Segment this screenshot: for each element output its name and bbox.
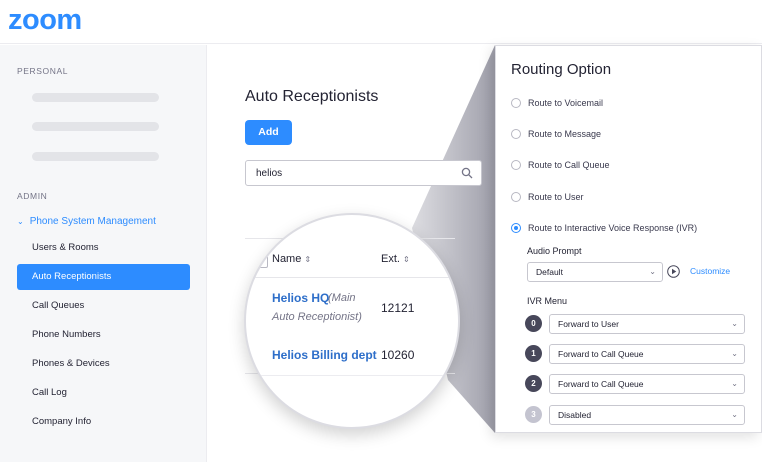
sidebar-group-label: Phone System Management (29, 216, 156, 227)
magnifier-lens: Name ⇕ Ext. ⇕ Helios HQ (Main Auto Recepti… (244, 213, 460, 429)
chevron-down-icon: ⌄ (731, 410, 738, 419)
top-header: zoom (0, 0, 762, 44)
ivr-action-select[interactable]: Forward to User ⌄ (549, 314, 745, 334)
search-icon[interactable] (461, 167, 473, 179)
search-input[interactable] (246, 161, 446, 185)
audio-prompt-select[interactable]: Default ⌄ (527, 262, 663, 282)
audio-prompt-label: Audio Prompt (527, 246, 582, 256)
chevron-down-icon: ⌄ (731, 319, 738, 328)
routing-option-call-queue[interactable]: Route to Call Queue (511, 160, 610, 170)
chevron-down-icon: ⌄ (649, 267, 656, 276)
radio-button-selected[interactable] (511, 223, 521, 233)
ivr-key-badge: 0 (525, 315, 542, 332)
customize-link[interactable]: Customize (690, 266, 730, 276)
radio-button[interactable] (511, 129, 521, 139)
chevron-down-icon: ⌄ (731, 379, 738, 388)
receptionist-extension: 10260 (381, 348, 415, 362)
ivr-key-badge: 1 (525, 345, 542, 362)
routing-option-user[interactable]: Route to User (511, 192, 584, 202)
placeholder-item (32, 122, 159, 131)
ivr-action-select[interactable]: Disabled ⌄ (549, 405, 745, 425)
zoom-logo[interactable]: zoom (8, 4, 82, 37)
routing-option-ivr[interactable]: Route to Interactive Voice Response (IVR… (511, 223, 697, 233)
ivr-action-select[interactable]: Forward to Call Queue ⌄ (549, 344, 745, 364)
receptionist-name-link[interactable]: Helios Billing dept (272, 348, 377, 362)
search-field[interactable] (245, 160, 482, 186)
radio-button[interactable] (511, 98, 521, 108)
sidebar-item-users-rooms[interactable]: Users & Rooms (17, 235, 190, 261)
ivr-menu-label: IVR Menu (527, 296, 568, 306)
receptionist-extension: 12121 (381, 301, 415, 315)
radio-button[interactable] (511, 192, 521, 202)
routing-option-voicemail[interactable]: Route to Voicemail (511, 98, 603, 108)
sidebar: PERSONAL ADMIN ⌄ Phone System Management… (0, 45, 207, 462)
column-header-ext[interactable]: Ext. ⇕ (381, 253, 410, 265)
sidebar-item-phone-numbers[interactable]: Phone Numbers (17, 322, 190, 348)
add-button[interactable]: Add (245, 120, 292, 145)
ivr-key-badge: 3 (525, 406, 542, 423)
receptionist-name-link[interactable]: Helios HQ (272, 291, 329, 305)
admin-section-label: ADMIN (17, 191, 48, 201)
column-header-name[interactable]: Name ⇕ (272, 253, 311, 265)
receptionist-note: Auto Receptionist) (272, 311, 362, 323)
chevron-down-icon: ⌄ (17, 217, 24, 226)
routing-option-message[interactable]: Route to Message (511, 129, 601, 139)
table-header-divider (246, 277, 458, 278)
sidebar-item-call-log[interactable]: Call Log (17, 380, 190, 406)
sort-icon: ⇕ (304, 255, 312, 264)
play-icon[interactable] (667, 265, 680, 278)
table-row-divider (246, 375, 458, 376)
chevron-down-icon: ⌄ (731, 349, 738, 358)
placeholder-item (32, 152, 159, 161)
receptionist-note: (Main (328, 292, 356, 304)
select-all-checkbox[interactable] (256, 256, 268, 268)
radio-button[interactable] (511, 160, 521, 170)
sort-icon: ⇕ (402, 255, 410, 264)
personal-section-label: PERSONAL (17, 66, 69, 76)
sidebar-item-phones-devices[interactable]: Phones & Devices (17, 351, 190, 377)
sidebar-item-company-info[interactable]: Company Info (17, 409, 190, 435)
page-title: Auto Receptionists (245, 88, 379, 105)
placeholder-item (32, 93, 159, 102)
ivr-key-badge: 2 (525, 375, 542, 392)
sidebar-group-phone-system[interactable]: ⌄ Phone System Management (17, 216, 156, 227)
ivr-action-select[interactable]: Forward to Call Queue ⌄ (549, 374, 745, 394)
panel-title: Routing Option (511, 61, 612, 78)
routing-option-panel: Routing Option Route to Voicemail Route … (495, 45, 762, 433)
sidebar-item-call-queues[interactable]: Call Queues (17, 293, 190, 319)
sidebar-item-auto-receptionists[interactable]: Auto Receptionists (17, 264, 190, 290)
